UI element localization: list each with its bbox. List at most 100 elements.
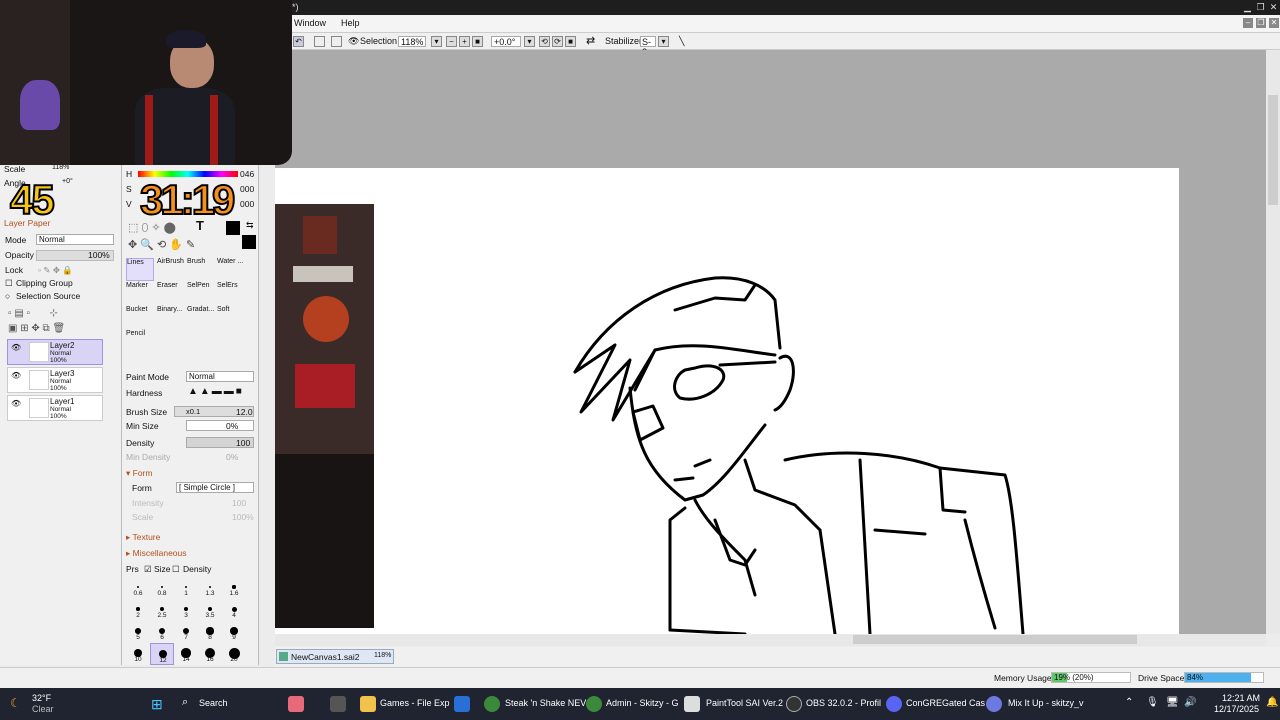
- tool-bucket[interactable]: Bucket: [126, 306, 154, 329]
- horizontal-scroll-thumb[interactable]: [853, 635, 1137, 644]
- zoom-field[interactable]: 118%: [398, 36, 426, 47]
- chrome-icon[interactable]: [586, 696, 602, 712]
- misc-section-toggle[interactable]: ▸ Miscellaneous: [126, 548, 187, 559]
- brush-size-option[interactable]: 0.8: [150, 577, 174, 599]
- tool-lines[interactable]: Lines: [126, 258, 154, 281]
- prs-size-checkbox[interactable]: ☑: [144, 564, 152, 575]
- brush-size-option[interactable]: 20: [222, 643, 246, 665]
- layer-actions-icons[interactable]: ▣ ⊞ ✥ ⧉ 🗑: [8, 323, 65, 334]
- taskbar-item[interactable]: ConGREGated Cas: [906, 698, 985, 708]
- brush-size-option[interactable]: 2.5: [150, 599, 174, 621]
- obs-icon[interactable]: [786, 696, 802, 712]
- eye-icon[interactable]: 👁: [11, 371, 21, 380]
- doc-tab[interactable]: NewCanvas1.sai2 118%: [276, 649, 394, 664]
- mixitup-icon[interactable]: [986, 696, 1002, 712]
- tool-eraser[interactable]: Eraser: [157, 282, 185, 305]
- brush-size-option[interactable]: 10: [126, 643, 150, 665]
- tool-soft[interactable]: Soft: [217, 306, 245, 329]
- weather-temp[interactable]: 32°F: [32, 693, 51, 703]
- brush-size-option[interactable]: 3.5: [198, 599, 222, 621]
- paint-mode-select[interactable]: Normal: [186, 371, 254, 382]
- taskbar-item[interactable]: Steak 'n Shake NEV: [505, 698, 586, 708]
- brush-size-option[interactable]: 12: [150, 643, 174, 665]
- tool-selers[interactable]: SelErs: [217, 282, 245, 305]
- restore-button[interactable]: ❐: [1255, 2, 1266, 12]
- brush-size-option[interactable]: 9: [222, 621, 246, 643]
- prs-density-checkbox[interactable]: ☐: [172, 564, 180, 575]
- layer-item[interactable]: 👁 Layer1 Normal 100%: [7, 395, 103, 421]
- select-all-icon[interactable]: [314, 36, 325, 47]
- zoom-in-button[interactable]: +: [459, 36, 470, 47]
- canvas-area[interactable]: [275, 50, 1266, 634]
- view-tools-icons[interactable]: ✥ 🔍 ⟲ ✋ ✎: [128, 238, 195, 251]
- texture-section-toggle[interactable]: ▸ Texture: [126, 532, 160, 543]
- brush-size-option[interactable]: 6: [150, 621, 174, 643]
- brush-size-option[interactable]: 3: [174, 599, 198, 621]
- selection-source-checkbox[interactable]: ○: [5, 291, 10, 301]
- notification-bell-icon[interactable]: 🔔: [1266, 697, 1278, 708]
- menu-window[interactable]: Window: [294, 18, 326, 28]
- network-icon[interactable]: 🖥: [1166, 697, 1179, 708]
- clock-time[interactable]: 12:21 AM: [1222, 693, 1260, 703]
- brush-size-option[interactable]: 0.6: [126, 577, 150, 599]
- brush-size-option[interactable]: 1.3: [198, 577, 222, 599]
- clipping-group-checkbox[interactable]: ☐: [5, 278, 13, 289]
- close-button[interactable]: ✕: [1268, 2, 1279, 12]
- tool-gradation[interactable]: Gradat...: [187, 306, 215, 329]
- rotate-reset-button[interactable]: ■: [565, 36, 576, 47]
- chrome-icon[interactable]: [484, 696, 500, 712]
- tool-airbrush[interactable]: AirBrush: [157, 258, 185, 281]
- taskbar-search[interactable]: Search: [199, 698, 228, 708]
- min-size-slider[interactable]: [186, 420, 254, 431]
- doc-minimize-button[interactable]: –: [1243, 18, 1253, 28]
- tool-brush[interactable]: Brush: [187, 258, 215, 281]
- tool-selpen[interactable]: SelPen: [187, 282, 215, 305]
- selection-eye-icon[interactable]: 👁: [348, 36, 359, 47]
- discord-icon[interactable]: [886, 696, 902, 712]
- hardness-selector[interactable]: ▲▲▬▬■: [188, 386, 244, 397]
- taskbar-item[interactable]: OBS 32.0.2 - Profil: [806, 698, 881, 708]
- brush-size-option[interactable]: 1.6: [222, 577, 246, 599]
- tool-marker[interactable]: Marker: [126, 282, 154, 305]
- brush-size-option[interactable]: 4: [222, 599, 246, 621]
- brush-size-option[interactable]: 16: [198, 643, 222, 665]
- zoom-reset-button[interactable]: ■: [472, 36, 483, 47]
- brush-size-option[interactable]: 5: [126, 621, 150, 643]
- deselect-icon[interactable]: [331, 36, 342, 47]
- taskbar-item[interactable]: Games - File Exp: [380, 698, 450, 708]
- undo-icon[interactable]: ↶: [293, 36, 304, 47]
- menu-help[interactable]: Help: [341, 18, 360, 28]
- angle-field[interactable]: +0.0°: [491, 36, 521, 47]
- tray-chevron-icon[interactable]: ⌃: [1125, 697, 1133, 708]
- windows-start-icon[interactable]: ⊞: [151, 696, 163, 713]
- brush-size-option[interactable]: 2: [126, 599, 150, 621]
- rotate-right-button[interactable]: ⟳: [552, 36, 563, 47]
- brush-size-option[interactable]: 14: [174, 643, 198, 665]
- layer-item[interactable]: 👁 Layer3 Normal 100%: [7, 367, 103, 393]
- lock-icons[interactable]: ▫ ✎ ✥ 🔒: [38, 265, 73, 276]
- layer-toolbar-icons[interactable]: ▫ ▤ ▫ ⊹: [8, 308, 58, 319]
- rotate-left-button[interactable]: ⟲: [539, 36, 550, 47]
- taskbar-item[interactable]: Admin - Skitzy - G: [606, 698, 679, 708]
- vertical-scroll-thumb[interactable]: [1268, 95, 1278, 205]
- secondary-color-swatch[interactable]: [242, 235, 256, 249]
- zoom-dropdown-icon[interactable]: ▾: [431, 36, 442, 47]
- flip-icon[interactable]: ⇄: [586, 36, 595, 47]
- minimize-button[interactable]: ▁: [1242, 2, 1253, 12]
- taskbar-item[interactable]: Mix It Up - skitzy_v: [1008, 698, 1084, 708]
- swap-colors-icon[interactable]: ⇆: [246, 220, 254, 231]
- doc-restore-button[interactable]: ❐: [1256, 18, 1266, 28]
- taskbar-item[interactable]: PaintTool SAI Ver.2: [706, 698, 783, 708]
- volume-icon[interactable]: 🔊: [1184, 697, 1196, 708]
- doc-close-button[interactable]: ✕: [1269, 18, 1279, 28]
- layer-item[interactable]: 👁 Layer2 Normal 100%: [7, 339, 103, 365]
- microphone-icon[interactable]: 🎙: [1146, 697, 1159, 708]
- brush-size-grid[interactable]: 0.6 0.8 1 1.3 1.6 2 2.5 3 3.5 4 5 6 7 8 9 10 12 14 16 20: [126, 577, 246, 665]
- eye-icon[interactable]: 👁: [11, 399, 21, 408]
- file-explorer-icon[interactable]: [360, 696, 376, 712]
- task-view-icon[interactable]: [330, 696, 346, 712]
- line-icon[interactable]: ╲: [679, 36, 684, 47]
- tool-binary[interactable]: Binary...: [157, 306, 185, 329]
- form-select[interactable]: [ Simple Circle ]: [176, 482, 254, 493]
- zoom-out-button[interactable]: −: [446, 36, 457, 47]
